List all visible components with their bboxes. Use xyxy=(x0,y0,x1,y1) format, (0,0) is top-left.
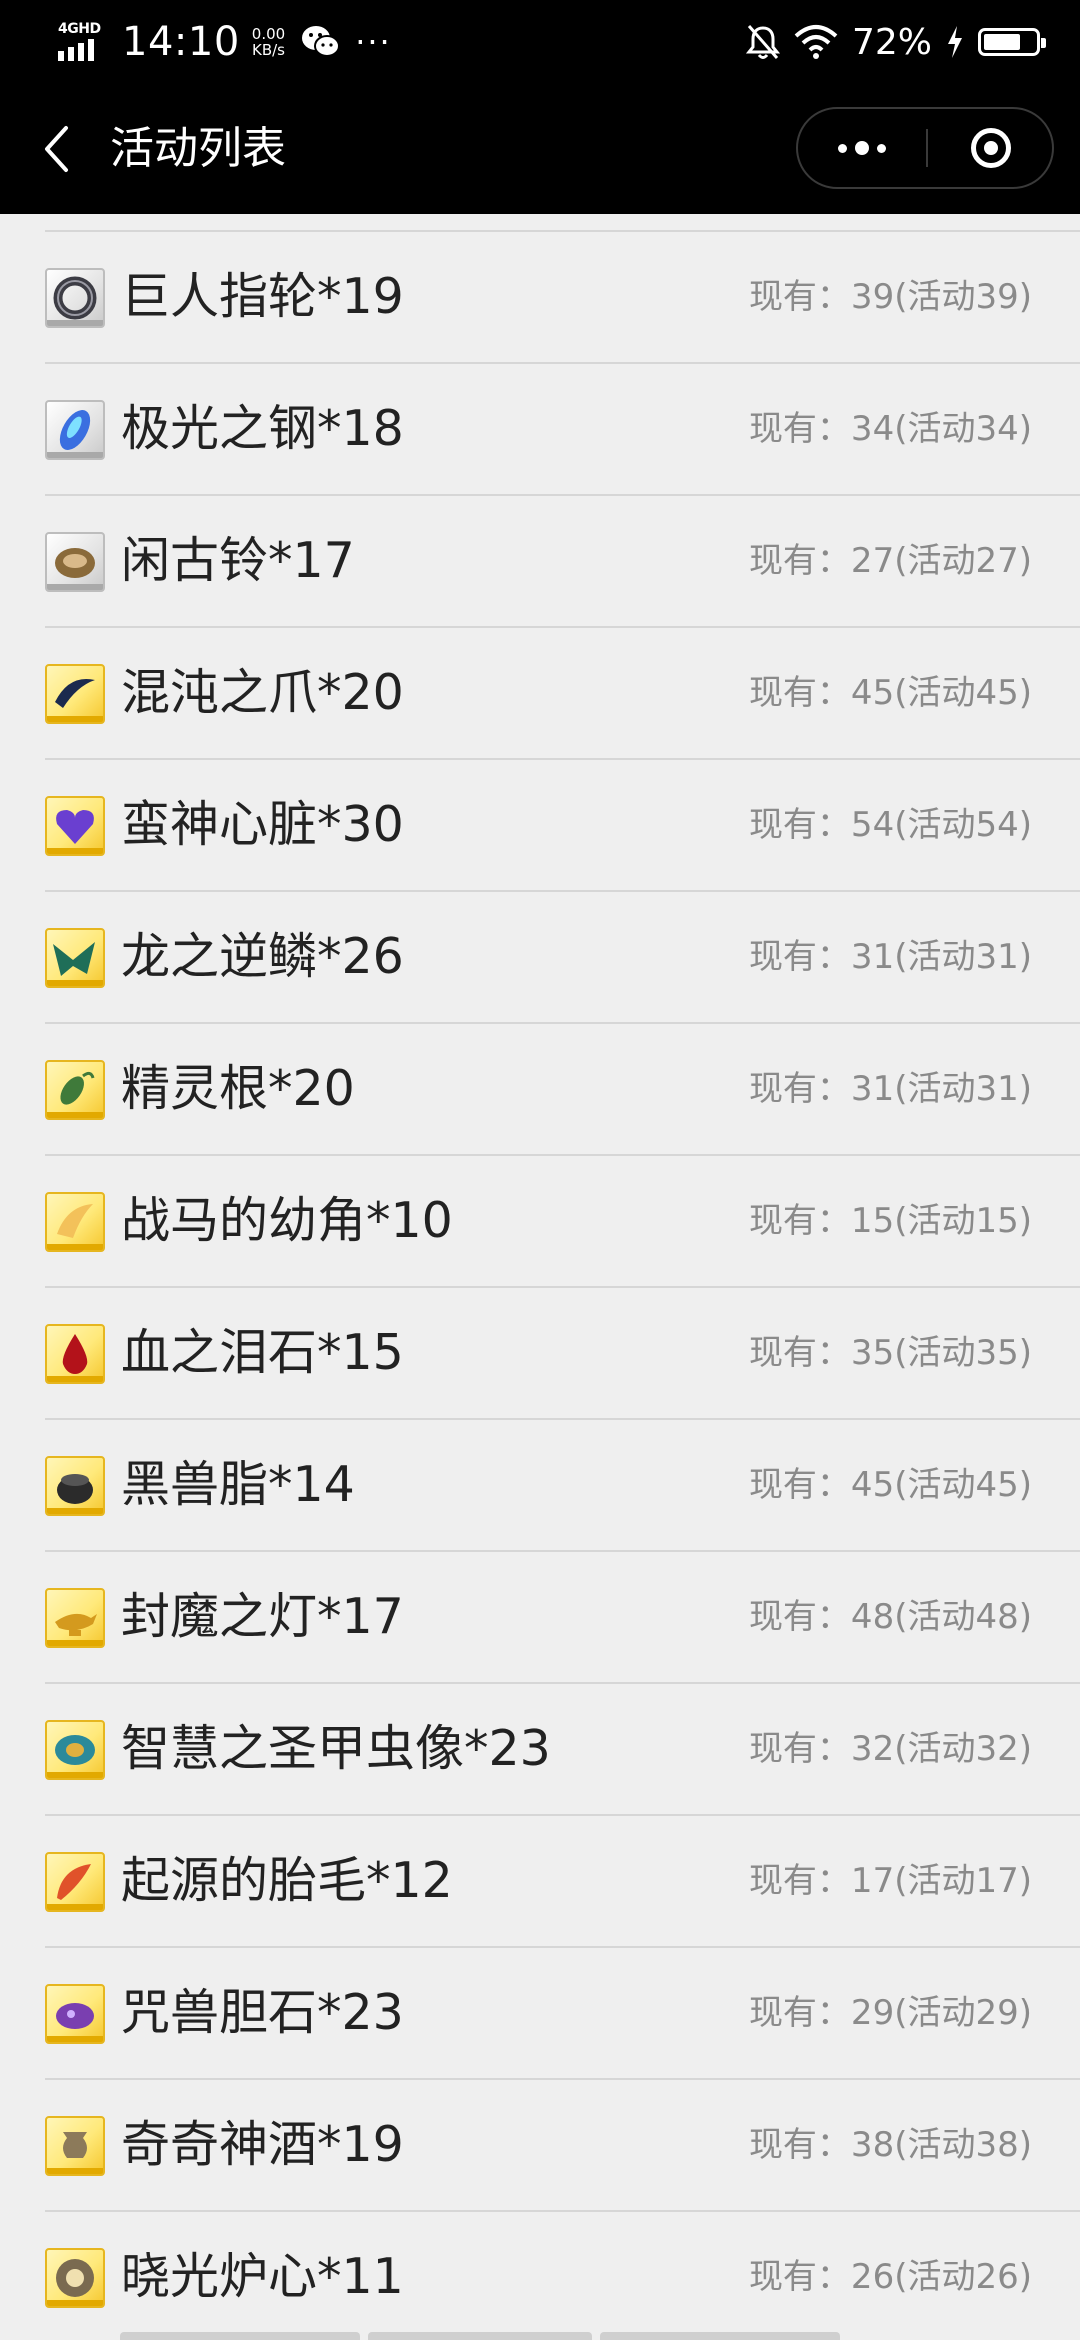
dot-icon xyxy=(877,143,886,153)
item-name: 龙之逆鳞*26 xyxy=(121,928,404,985)
status-bar: 4GHD 14:10 0.00 KB/s ··· 72% xyxy=(0,0,1080,84)
dragon-scale-icon xyxy=(45,928,105,988)
nav-bar: 活动列表 xyxy=(0,84,1080,214)
list-item[interactable]: 精灵根*20 现有：31(活动31) xyxy=(45,1024,1080,1156)
item-stock: 现有：34(活动34) xyxy=(748,409,1032,449)
bottom-scroll-indicator xyxy=(120,2332,960,2340)
list-item[interactable]: 蛮神心脏*30 现有：54(活动54) xyxy=(45,760,1080,892)
list-item[interactable]: 闲古铃*17 现有：27(活动27) xyxy=(45,496,1080,628)
scarab-icon xyxy=(45,1720,105,1780)
item-name: 巨人指轮*19 xyxy=(121,268,404,325)
item-stock: 现有：45(活动45) xyxy=(748,673,1032,713)
item-name: 咒兽胆石*23 xyxy=(121,1984,404,2041)
status-right: 72% xyxy=(745,16,1046,68)
list-item[interactable]: 晓光炉心*11 现有：26(活动26) xyxy=(45,2212,1080,2340)
item-name: 封魔之灯*17 xyxy=(121,1588,404,1645)
item-name: 战马的幼角*10 xyxy=(121,1192,453,1249)
screen: 4GHD 14:10 0.00 KB/s ··· 72% 活动列表 巨人指轮*1… xyxy=(0,0,1080,2340)
item-name: 混沌之爪*20 xyxy=(121,664,404,721)
list-item[interactable]: 混沌之爪*20 现有：45(活动45) xyxy=(45,628,1080,760)
list-item[interactable]: 极光之钢*18 现有：34(活动34) xyxy=(45,364,1080,496)
speed-value: 0.00 xyxy=(251,25,286,43)
item-stock: 现有：27(活动27) xyxy=(748,541,1032,581)
list-item[interactable]: 龙之逆鳞*26 现有：31(活动31) xyxy=(45,892,1080,1024)
mute-bell-icon xyxy=(745,25,780,59)
item-name: 晓光炉心*11 xyxy=(121,2248,404,2305)
item-stock: 现有：17(活动17) xyxy=(748,1861,1032,1901)
bell-icon xyxy=(45,532,105,592)
dot-icon xyxy=(855,141,869,155)
wifi-icon xyxy=(794,25,838,59)
item-name: 起源的胎毛*12 xyxy=(121,1852,453,1909)
item-stock: 现有：35(活动35) xyxy=(748,1333,1032,1373)
gallstone-icon xyxy=(45,1984,105,2044)
page-title: 活动列表 xyxy=(110,123,286,174)
furnace-core-icon xyxy=(45,2248,105,2308)
feather-icon xyxy=(45,1852,105,1912)
ring-icon xyxy=(45,268,105,328)
item-name: 血之泪石*15 xyxy=(121,1324,404,1381)
network-speed: 0.00 KB/s xyxy=(252,26,285,58)
clock: 14:10 xyxy=(122,19,240,65)
item-stock: 现有：15(活动15) xyxy=(748,1201,1032,1241)
item-stock: 现有：54(活动54) xyxy=(748,805,1032,845)
list-item[interactable]: 战马的幼角*10 现有：15(活动15) xyxy=(45,1156,1080,1288)
list-item[interactable]: 起源的胎毛*12 现有：17(活动17) xyxy=(45,1816,1080,1948)
speed-unit: KB/s xyxy=(251,41,285,59)
list-item[interactable]: 巨人指轮*19 现有：39(活动39) xyxy=(45,232,1080,364)
battery-icon xyxy=(978,28,1046,56)
heart-icon xyxy=(45,796,105,856)
status-left: 4GHD 14:10 0.00 KB/s ··· xyxy=(56,16,392,68)
claw-icon xyxy=(45,664,105,724)
target-icon xyxy=(971,128,1011,168)
list-item[interactable]: 封魔之灯*17 现有：48(活动48) xyxy=(45,1552,1080,1684)
aurora-steel-icon xyxy=(45,400,105,460)
item-stock: 现有：29(活动29) xyxy=(748,1993,1032,2033)
battery-percent: 72% xyxy=(851,21,932,63)
list-item[interactable]: 咒兽胆石*23 现有：29(活动29) xyxy=(45,1948,1080,2080)
capsule-divider xyxy=(926,129,928,167)
charging-bolt-icon xyxy=(948,26,962,58)
back-button[interactable] xyxy=(30,120,82,178)
blood-tear-icon xyxy=(45,1324,105,1384)
network-type: 4GHD xyxy=(58,21,101,37)
close-miniprogram-button[interactable] xyxy=(930,109,1052,187)
wechat-icon xyxy=(302,26,341,57)
item-stock: 现有：38(活动38) xyxy=(748,2125,1032,2165)
item-name: 精灵根*20 xyxy=(121,1060,355,1117)
item-name: 奇奇神酒*19 xyxy=(121,2116,404,2173)
item-name: 智慧之圣甲虫像*23 xyxy=(121,1720,551,1777)
item-stock: 现有：26(活动26) xyxy=(748,2257,1032,2297)
item-name: 黑兽脂*14 xyxy=(121,1456,355,1513)
miniprogram-capsule xyxy=(796,107,1054,189)
signal-icon: 4GHD xyxy=(56,19,108,65)
list-item[interactable]: 奇奇神酒*19 现有：38(活动38) xyxy=(45,2080,1080,2212)
wine-vessel-icon xyxy=(45,2116,105,2176)
more-notifications-icon: ··· xyxy=(355,23,392,61)
dot-icon xyxy=(838,143,847,153)
item-stock: 现有：45(活动45) xyxy=(748,1465,1032,1505)
horn-icon xyxy=(45,1192,105,1252)
item-stock: 现有：31(活动31) xyxy=(748,1069,1032,1109)
item-name: 蛮神心脏*30 xyxy=(121,796,404,853)
item-stock: 现有：31(活动31) xyxy=(748,937,1032,977)
item-name: 极光之钢*18 xyxy=(121,400,404,457)
spirit-root-icon xyxy=(45,1060,105,1120)
list-item[interactable]: 血之泪石*15 现有：35(活动35) xyxy=(45,1288,1080,1420)
item-stock: 现有：48(活动48) xyxy=(748,1597,1032,1637)
more-menu-button[interactable] xyxy=(798,109,926,187)
lamp-icon xyxy=(45,1588,105,1648)
activity-item-list[interactable]: 巨人指轮*19 现有：39(活动39) 极光之钢*18 现有：34(活动34) 闲古铃*… xyxy=(0,214,1080,2340)
list-item[interactable]: 智慧之圣甲虫像*23 现有：32(活动32) xyxy=(45,1684,1080,1816)
chevron-left-icon xyxy=(45,126,68,172)
black-fat-icon xyxy=(45,1456,105,1516)
item-name: 闲古铃*17 xyxy=(121,532,355,589)
item-stock: 现有：32(活动32) xyxy=(748,1729,1032,1769)
item-stock: 现有：39(活动39) xyxy=(748,277,1032,317)
list-item[interactable]: 黑兽脂*14 现有：45(活动45) xyxy=(45,1420,1080,1552)
